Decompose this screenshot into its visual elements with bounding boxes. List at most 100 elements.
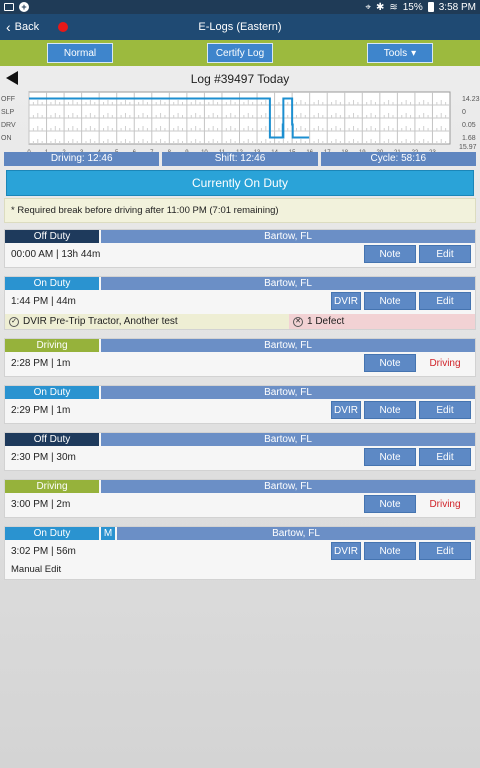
dvir-defects[interactable]: ✕ 1 Defect [289,314,475,329]
wifi-icon: ≋ [389,1,398,13]
event-actions: Note Driving [364,495,471,513]
graph-row-label: DRV [1,122,16,129]
graph-row-label: SLP [1,109,15,116]
event-actions: DVIR Note Edit [331,401,471,419]
graph-hour-label: 7 [150,150,154,152]
event-header: On Duty Bartow, FL [5,386,475,399]
event-type: On Duty [5,386,99,399]
event-type: On Duty [5,277,99,290]
event-body: 1:44 PM | 44m DVIR Note Edit [5,290,475,314]
x-circle-icon: ✕ [293,316,303,327]
graph-hour-label: 8 [168,150,172,152]
graph-row-total: 0 [462,109,466,116]
dvir-button[interactable]: DVIR [331,542,361,560]
graph-hour-label: 20 [376,150,383,152]
event-time: 2:28 PM | 1m [11,358,71,369]
battery-percent: 15% [402,1,423,13]
edit-button[interactable]: Edit [419,245,471,263]
back-button[interactable]: ‹ Back [0,20,39,34]
event-actions: DVIR Note Edit [331,292,471,310]
dvir-button[interactable]: DVIR [331,292,361,310]
graph-hour-label: 6 [133,150,137,152]
note-button[interactable]: Note [364,245,416,263]
event-header: Off Duty Bartow, FL [5,230,475,243]
event-note: Manual Edit [11,564,62,575]
graph-hour-label: 22 [412,150,419,152]
certify-label: Certify Log [215,47,265,59]
graph-row-label: OFF [1,96,15,103]
note-button[interactable]: Note [364,292,416,310]
event-location: Bartow, FL [101,339,475,352]
note-button[interactable]: Note [364,448,416,466]
dvir-inspection[interactable]: ✓ DVIR Pre-Trip Tractor, Another test [5,314,289,329]
graph-hour-label: 15 [289,150,296,152]
dvir-inspection-label: DVIR Pre-Trip Tractor, Another test [23,316,178,327]
graph-hour-label: 14 [271,150,278,152]
check-circle-icon: ✓ [9,316,19,327]
status-bar: + ⌖ ✱ ≋ 15% 3:58 PM [0,0,480,14]
event-body: 2:28 PM | 1m Note Driving [5,352,475,376]
log-title: Log #39497 Today [190,72,290,86]
caret-down-icon: ▾ [411,47,417,59]
graph-hour-label: 21 [394,150,401,152]
graph-row-total: 1.68 [462,135,476,142]
event-time: 2:29 PM | 1m [11,405,71,416]
event-row: On Duty Bartow, FL 2:29 PM | 1m DVIR Note Edi… [4,385,476,424]
back-label: Back [14,21,40,33]
event-body: 00:00 AM | 13h 44m Note Edit [5,243,475,267]
graph-hour-label: 12 [236,150,243,152]
event-row: Off Duty Bartow, FL 00:00 AM | 13h 44m Note… [4,229,476,268]
event-time: 00:00 AM | 13h 44m [11,249,101,260]
event-location: Bartow, FL [101,277,475,290]
edit-button[interactable]: Edit [419,401,471,419]
shift-summary: Shift: 12:46 [162,152,318,166]
event-time: 1:44 PM | 44m [11,296,76,307]
note-button[interactable]: Note [364,542,416,560]
certify-log-button[interactable]: Certify Log [207,43,273,63]
cycle-summary: Cycle: 58:16 [320,152,476,166]
clock: 3:58 PM [438,1,476,13]
driving-tag: Driving [429,357,461,369]
toolbar: Normal Certify Log Tools ▾ [0,40,480,66]
event-header: Driving Bartow, FL [5,480,475,493]
event-body: 3:00 PM | 2m Note Driving [5,493,475,517]
graph-hour-label: 10 [201,150,208,152]
bluetooth-icon: ✱ [375,1,385,13]
tools-button[interactable]: Tools ▾ [367,43,433,63]
edit-button[interactable]: Edit [419,448,471,466]
graph-grand-total: 15.97 [459,144,477,151]
event-location: Bartow, FL [117,527,475,540]
event-actions: Note Driving [364,354,471,372]
current-status-banner[interactable]: Currently On Duty [6,170,474,196]
edit-button[interactable]: Edit [419,542,471,560]
page-title: E-Logs (Eastern) [198,21,282,33]
note-button[interactable]: Note [364,354,416,372]
event-location: Bartow, FL [101,433,475,446]
dvir-defects-label: 1 Defect [307,316,345,327]
event-header: Off Duty Bartow, FL [5,433,475,446]
graph-row-total: 0.05 [462,122,476,129]
manual-mark: M [101,527,115,540]
event-header: Driving Bartow, FL [5,339,475,352]
graph-hour-label: 19 [359,150,366,152]
normal-button[interactable]: Normal [47,43,113,63]
duty-graph: OFF14.23SLP0DRV0.05ON1.6815.970123456789… [0,90,480,152]
graph-hour-label: 13 [254,150,261,152]
note-button[interactable]: Note [364,495,416,513]
event-time: 3:02 PM | 56m [11,546,76,557]
log-header: Log #39497 Today [0,66,480,90]
edit-button[interactable]: Edit [419,292,471,310]
event-body: 2:30 PM | 30m Note Edit [5,446,475,470]
event-time: 2:30 PM | 30m [11,452,76,463]
dvir-button[interactable]: DVIR [331,401,361,419]
image-notification-icon [4,3,14,11]
event-header: On Duty Bartow, FL [5,277,475,290]
event-actions: Note Edit [364,245,471,263]
event-list: Off Duty Bartow, FL 00:00 AM | 13h 44m Note… [0,229,480,580]
event-body: 3:02 PM | 56m DVIR Note Edit [5,540,475,564]
graph-hour-label: 3 [80,150,84,152]
note-button[interactable]: Note [364,401,416,419]
event-type: Driving [5,480,99,493]
event-row: Driving Bartow, FL 3:00 PM | 2m Note Driving [4,479,476,518]
graph-hour-label: 18 [341,150,348,152]
